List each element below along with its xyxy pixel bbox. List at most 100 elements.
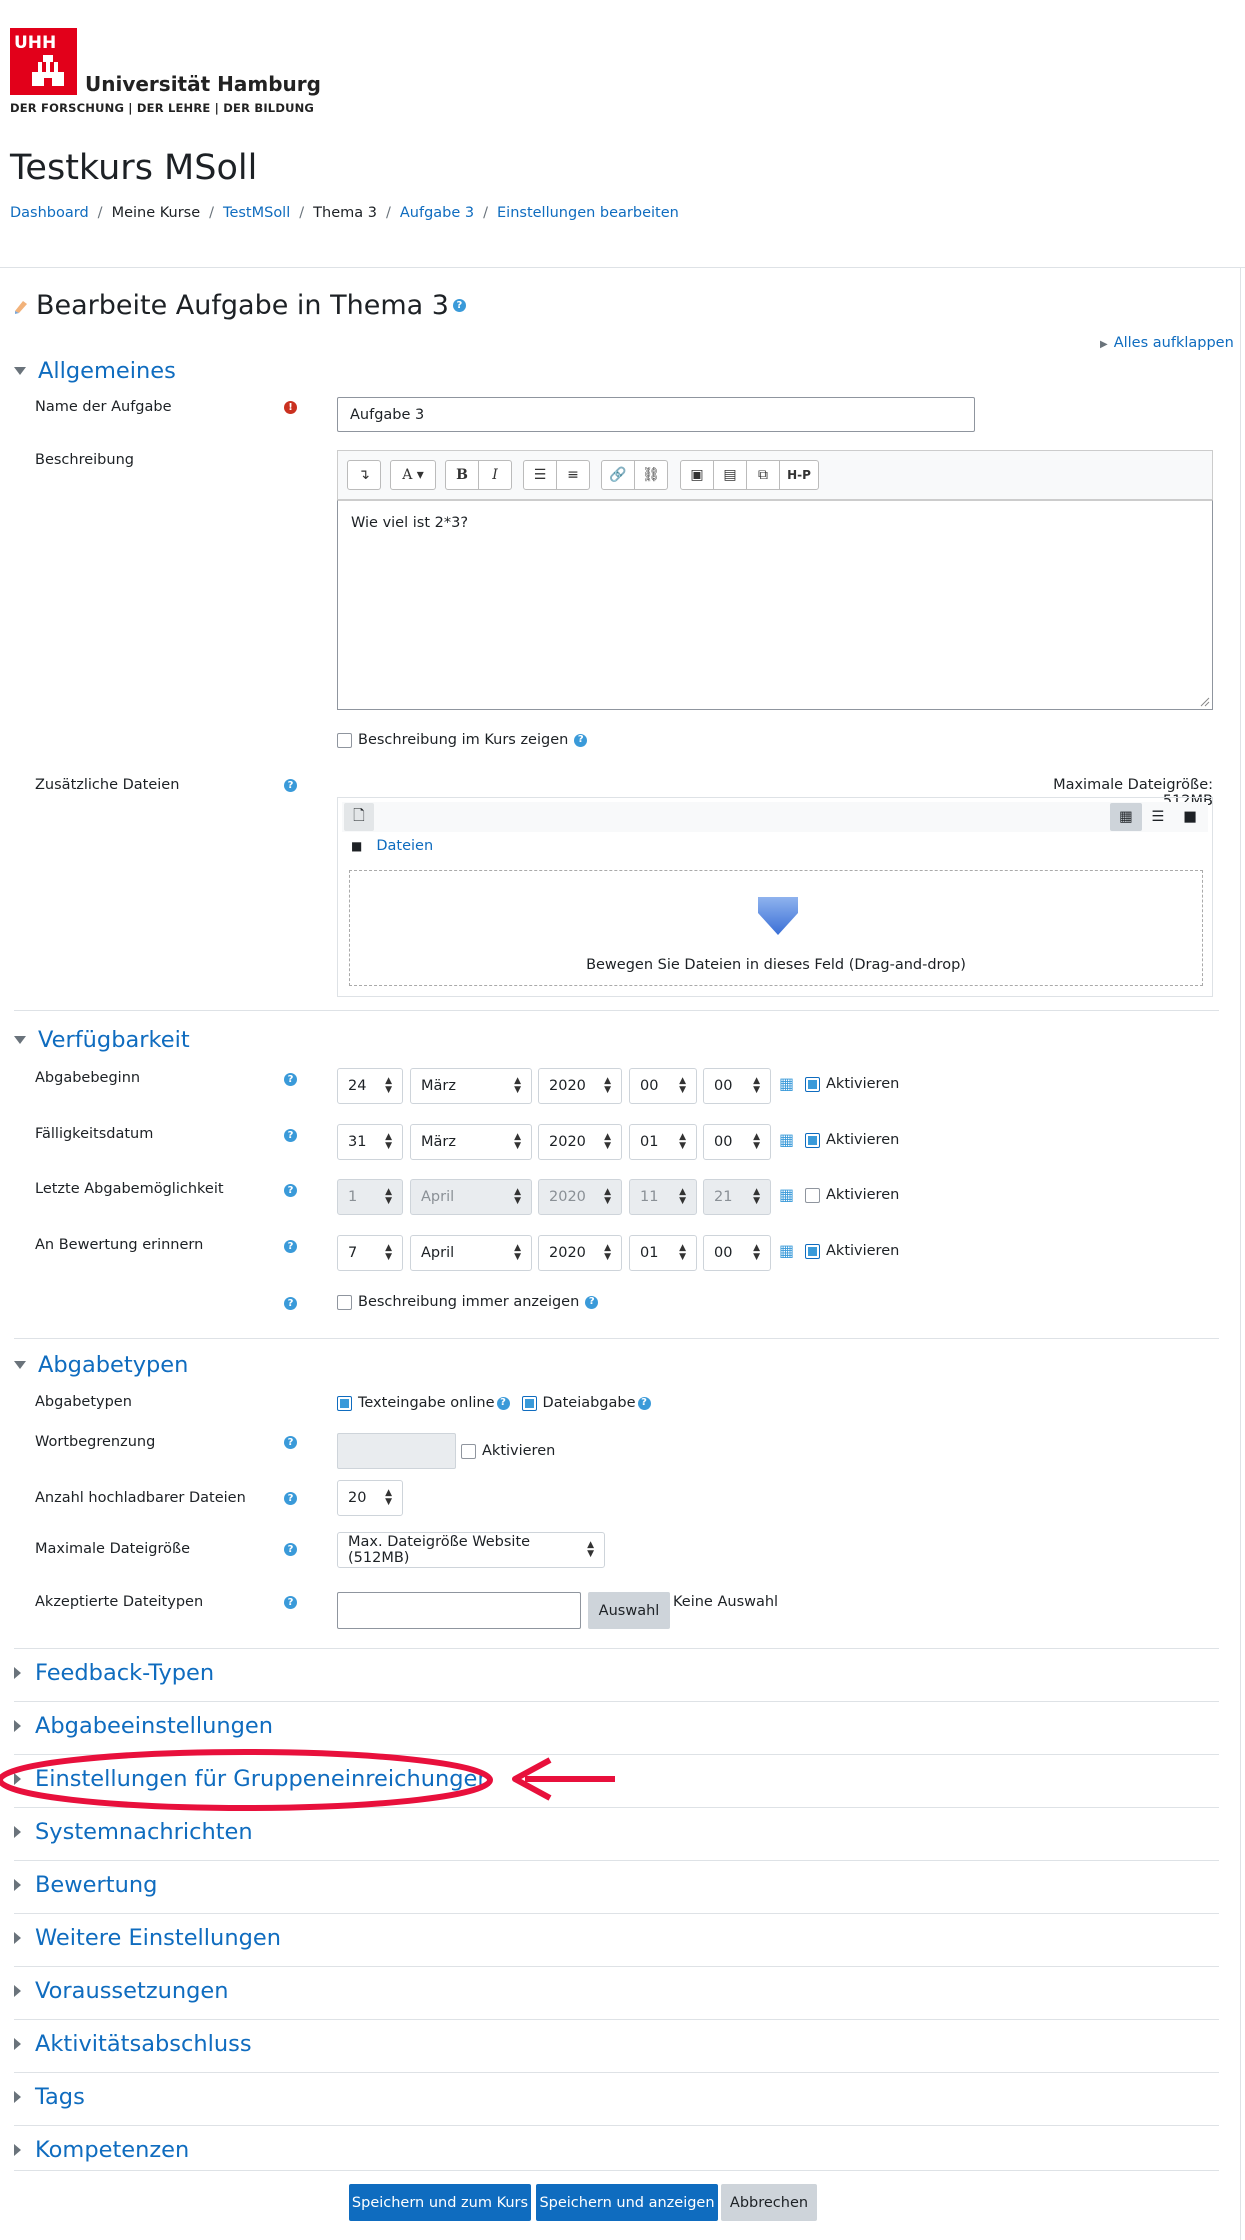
enable-checkbox[interactable]: [805, 1132, 820, 1148]
breadcrumb-assignment[interactable]: Aufgabe 3: [400, 205, 474, 221]
save-return-button[interactable]: Speichern und zum Kurs: [349, 2184, 531, 2221]
enable-checkbox[interactable]: [805, 1243, 820, 1259]
day-select[interactable]: 24 ▲ ▼: [337, 1068, 403, 1104]
view-icons-icon[interactable]: ▦: [1110, 803, 1142, 831]
breadcrumb-topic: Thema 3: [313, 205, 377, 221]
day-select[interactable]: 1 ▲ ▼: [337, 1179, 403, 1215]
minute-select[interactable]: 21 ▲ ▼: [703, 1179, 771, 1215]
help-icon[interactable]: ?: [284, 1492, 297, 1505]
month-select[interactable]: April ▲ ▼: [410, 1179, 532, 1215]
calendar-icon[interactable]: ▦: [779, 1074, 794, 1093]
italic-icon[interactable]: I: [478, 460, 512, 490]
font-style-icon[interactable]: A ▾: [390, 460, 436, 490]
resize-handle-icon[interactable]: [1198, 695, 1210, 707]
folder-link[interactable]: Dateien: [376, 838, 433, 854]
word-limit-checkbox[interactable]: [461, 1443, 476, 1459]
view-list-icon[interactable]: ☰: [1142, 803, 1174, 831]
toolbar-toggle-icon[interactable]: ↴: [347, 460, 381, 490]
help-icon[interactable]: ?: [496, 1396, 510, 1410]
day-select[interactable]: 7 ▲ ▼: [337, 1235, 403, 1271]
help-icon[interactable]: ?: [284, 1184, 297, 1197]
section-header-collapsed[interactable]: Aktivitätsabschluss: [14, 2031, 252, 2057]
online-text-checkbox[interactable]: [337, 1395, 352, 1411]
save-display-button[interactable]: Speichern und anzeigen: [536, 2184, 718, 2221]
day-select[interactable]: 31 ▲ ▼: [337, 1124, 403, 1160]
image-icon[interactable]: ▣: [680, 460, 714, 490]
month-select[interactable]: April ▲ ▼: [410, 1235, 532, 1271]
hour-select[interactable]: 01 ▲ ▼: [629, 1124, 697, 1160]
show-description-checkbox[interactable]: [337, 732, 352, 748]
help-icon[interactable]: ?: [284, 1297, 297, 1310]
help-icon[interactable]: ?: [284, 1129, 297, 1142]
cancel-button[interactable]: Abbrechen: [721, 2184, 817, 2221]
month-select[interactable]: März ▲ ▼: [410, 1068, 532, 1104]
calendar-icon[interactable]: ▦: [779, 1130, 794, 1149]
section-header-collapsed[interactable]: Bewertung: [14, 1872, 157, 1898]
breadcrumb-dashboard[interactable]: Dashboard: [10, 205, 89, 221]
drop-zone[interactable]: Bewegen Sie Dateien in dieses Feld (Drag…: [349, 870, 1203, 986]
help-icon[interactable]: ?: [284, 1436, 297, 1449]
h5p-icon[interactable]: H-P: [779, 460, 819, 490]
enable-checkbox[interactable]: [805, 1076, 820, 1092]
unlink-icon[interactable]: ⛓: [634, 460, 668, 490]
help-icon[interactable]: ?: [284, 1543, 297, 1556]
link-icon[interactable]: 🔗: [601, 460, 635, 490]
view-tree-icon[interactable]: ■: [1174, 803, 1206, 831]
accepted-types-input[interactable]: [337, 1592, 581, 1629]
year-select[interactable]: 2020 ▲ ▼: [538, 1179, 622, 1215]
max-files-select[interactable]: 20 ▲ ▼: [337, 1480, 403, 1516]
section-title: Abgabeeinstellungen: [35, 1713, 274, 1739]
minute-select[interactable]: 00 ▲ ▼: [703, 1068, 771, 1104]
help-icon[interactable]: ?: [284, 779, 297, 792]
always-show-checkbox[interactable]: [337, 1294, 352, 1310]
section-header-collapsed[interactable]: Tags: [14, 2084, 85, 2110]
section-header-collapsed[interactable]: Feedback-Typen: [14, 1660, 214, 1686]
add-file-icon[interactable]: 🗋: [344, 803, 374, 831]
section-divider: [14, 2125, 1219, 2126]
minute-value: 00: [714, 1245, 733, 1261]
help-icon[interactable]: ?: [585, 1295, 599, 1309]
manage-files-icon[interactable]: ⧉: [746, 460, 780, 490]
choose-types-button[interactable]: Auswahl: [588, 1592, 670, 1629]
year-select[interactable]: 2020 ▲ ▼: [538, 1124, 622, 1160]
help-icon[interactable]: ?: [637, 1396, 651, 1410]
help-icon[interactable]: ?: [284, 1240, 297, 1253]
section-header-submission[interactable]: Abgabetypen: [14, 1352, 188, 1378]
year-select[interactable]: 2020 ▲ ▼: [538, 1068, 622, 1104]
year-select[interactable]: 2020 ▲ ▼: [538, 1235, 622, 1271]
month-select[interactable]: März ▲ ▼: [410, 1124, 532, 1160]
section-header-collapsed[interactable]: Kompetenzen: [14, 2137, 189, 2163]
hour-select[interactable]: 11 ▲ ▼: [629, 1179, 697, 1215]
section-header-collapsed[interactable]: Abgabeeinstellungen: [14, 1713, 273, 1739]
breadcrumb-edit-settings[interactable]: Einstellungen bearbeiten: [497, 205, 679, 221]
calendar-icon[interactable]: ▦: [779, 1241, 794, 1260]
description-editor[interactable]: Wie viel ist 2*3?: [337, 500, 1213, 710]
uhh-logo[interactable]: UHH: [10, 28, 77, 95]
calendar-icon[interactable]: ▦: [779, 1185, 794, 1204]
section-header-availability[interactable]: Verfügbarkeit: [14, 1027, 190, 1053]
media-icon[interactable]: ▤: [713, 460, 747, 490]
minute-select[interactable]: 00 ▲ ▼: [703, 1124, 771, 1160]
bold-icon[interactable]: B: [445, 460, 479, 490]
help-icon[interactable]: ?: [284, 1596, 297, 1609]
help-icon[interactable]: ?: [452, 299, 466, 312]
expand-all-link[interactable]: ▶ Alles aufklappen: [1100, 335, 1234, 351]
section-header-collapsed[interactable]: Voraussetzungen: [14, 1978, 229, 2004]
section-header-collapsed[interactable]: Systemnachrichten: [14, 1819, 253, 1845]
enable-checkbox[interactable]: [805, 1187, 820, 1203]
minute-select[interactable]: 00 ▲ ▼: [703, 1235, 771, 1271]
course-title: Testkurs MSoll: [10, 148, 258, 188]
section-header-collapsed[interactable]: Weitere Einstellungen: [14, 1925, 281, 1951]
breadcrumb-course[interactable]: TestMSoll: [223, 205, 290, 221]
max-size-select[interactable]: Max. Dateigröße Website (512MB) ▲ ▼: [337, 1532, 605, 1568]
section-header-general[interactable]: Allgemeines: [14, 358, 176, 384]
bullet-list-icon[interactable]: ☰: [523, 460, 557, 490]
help-icon[interactable]: ?: [284, 1073, 297, 1086]
name-input[interactable]: Aufgabe 3: [337, 397, 975, 432]
file-submission-checkbox[interactable]: [521, 1395, 537, 1411]
hour-select[interactable]: 00 ▲ ▼: [629, 1068, 697, 1104]
word-limit-input[interactable]: [337, 1433, 456, 1469]
help-icon[interactable]: ?: [574, 733, 588, 747]
hour-select[interactable]: 01 ▲ ▼: [629, 1235, 697, 1271]
numbered-list-icon[interactable]: ≡: [556, 460, 590, 490]
